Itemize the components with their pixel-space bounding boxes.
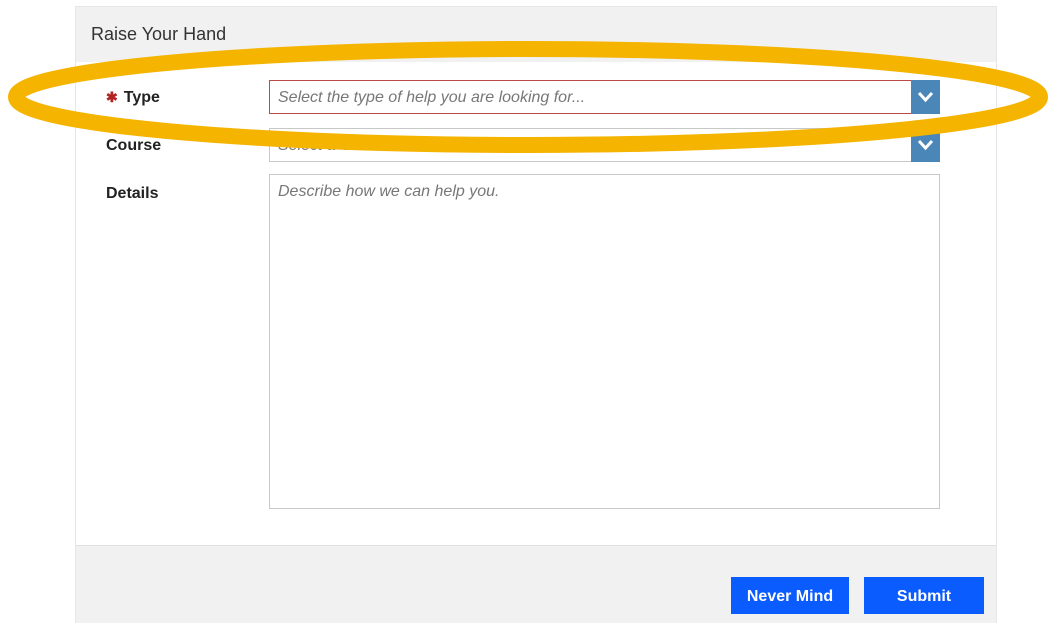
type-label: ✱ Type (106, 89, 160, 107)
course-row: Course Select a Course... (76, 128, 996, 162)
type-select[interactable]: Select the type of help you are looking … (269, 80, 940, 114)
required-star-icon: ✱ (106, 89, 118, 105)
type-row: ✱ Type Select the type of help you are lo… (76, 80, 996, 114)
type-select-placeholder: Select the type of help you are looking … (278, 89, 586, 106)
never-mind-button[interactable]: Never Mind (731, 577, 849, 614)
course-select-dropdown-button[interactable] (911, 128, 940, 162)
dialog-title: Raise Your Hand (91, 24, 227, 44)
dialog-footer: Never Mind Submit (76, 545, 996, 623)
raise-hand-dialog: Raise Your Hand ✱ Type Select the type of… (75, 6, 997, 623)
type-select-dropdown-button[interactable] (911, 80, 940, 114)
chevron-down-icon (917, 139, 934, 151)
submit-button[interactable]: Submit (864, 577, 984, 614)
details-placeholder: Describe how we can help you. (278, 183, 500, 200)
details-label: Details (106, 185, 159, 202)
chevron-down-icon (917, 91, 934, 103)
details-textarea[interactable]: Describe how we can help you. (269, 174, 940, 509)
course-label: Course (106, 137, 162, 154)
page: Raise Your Hand ✱ Type Select the type of… (0, 0, 1054, 623)
course-select[interactable]: Select a Course... (269, 128, 940, 162)
type-label-text: Type (123, 89, 160, 106)
course-select-placeholder: Select a Course... (278, 137, 406, 154)
dialog-header: Raise Your Hand (76, 7, 996, 62)
